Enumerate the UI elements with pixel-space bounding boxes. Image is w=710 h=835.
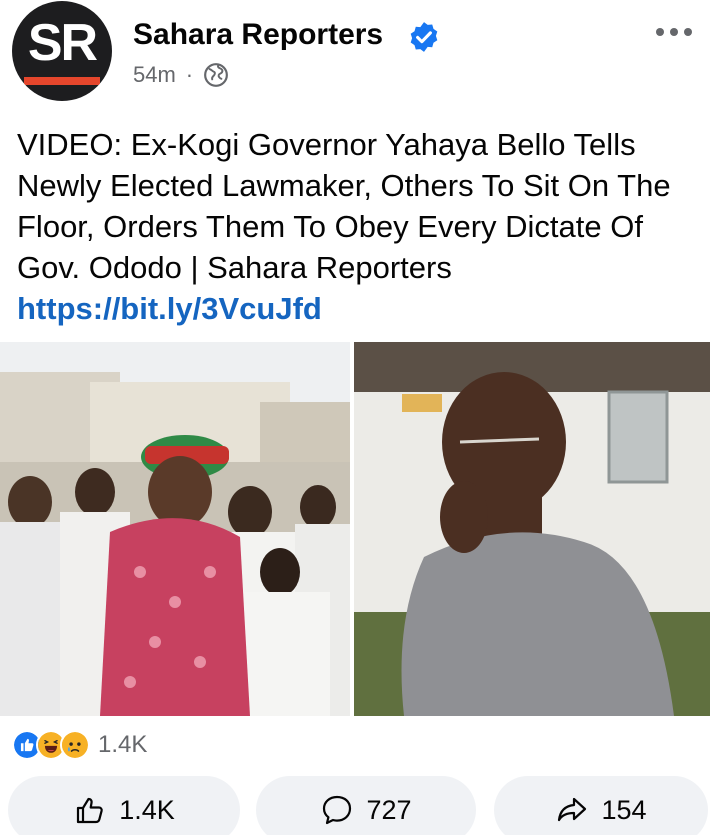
verified-badge-icon [410, 22, 438, 52]
thumbs-up-icon [77, 797, 103, 824]
reaction-summary[interactable]: 1.4K [12, 728, 147, 762]
post-caption: VIDEO: Ex-Kogi Governor Yahaya Bello Tel… [17, 124, 697, 329]
page-avatar[interactable]: SR [12, 1, 112, 101]
share-button[interactable]: 154 [494, 776, 708, 835]
page-name[interactable]: Sahara Reporters [133, 18, 383, 52]
scene-right-illustration [354, 342, 710, 716]
caption-text: VIDEO: Ex-Kogi Governor Yahaya Bello Tel… [17, 127, 671, 285]
post-header: SR Sahara Reporters 54m · [0, 0, 710, 118]
share-count: 154 [601, 794, 647, 825]
reaction-total[interactable]: 1.4K [98, 731, 147, 759]
comment-bubble-icon [323, 795, 352, 825]
post-meta: 54m · [133, 62, 229, 88]
like-count: 1.4K [119, 794, 175, 825]
video-frame-left[interactable] [0, 342, 350, 716]
post-timestamp[interactable]: 54m [133, 62, 176, 88]
video-preview[interactable] [0, 342, 710, 716]
video-frame-right[interactable] [354, 342, 710, 716]
comment-count: 727 [366, 794, 412, 825]
caption-link[interactable]: https://bit.ly/3VcuJfd [17, 288, 697, 329]
more-dots-icon[interactable] [652, 22, 696, 42]
comment-button[interactable]: 727 [256, 776, 476, 835]
avatar-stripe [24, 77, 100, 85]
avatar-initials: SR [27, 14, 98, 72]
post-actions: 1.4K 727 154 [0, 776, 710, 835]
meta-separator: · [185, 62, 194, 87]
share-arrow-icon [558, 797, 587, 822]
sad-reaction-icon [60, 730, 90, 760]
like-button[interactable]: 1.4K [8, 776, 240, 835]
scene-left-illustration [0, 342, 350, 716]
globe-icon [204, 63, 229, 87]
